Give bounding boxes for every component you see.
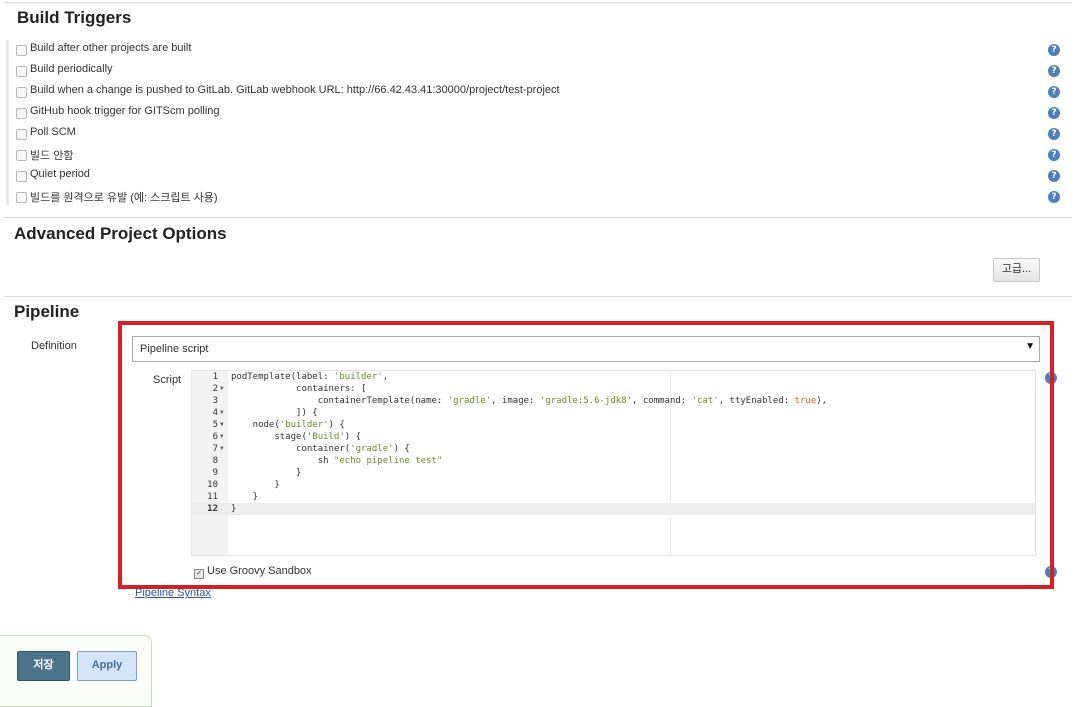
trigger-row: 빌드를 원격으로 유발 (예: 스크립트 사용) (16, 189, 1066, 209)
trigger-checkbox[interactable] (16, 87, 27, 98)
trigger-row: Build after other projects are built (16, 42, 1066, 62)
build-triggers-title: Build Triggers (17, 8, 132, 27)
help-icon[interactable]: ? (1048, 128, 1060, 140)
pipeline-syntax-link[interactable]: Pipeline Syntax (135, 587, 211, 599)
trigger-row: Build periodically (16, 63, 1066, 83)
trigger-label: GitHub hook trigger for GITScm polling (30, 105, 220, 117)
trigger-row: 빌드 안함 (16, 147, 1066, 167)
help-icon[interactable]: ? (1048, 44, 1060, 56)
pipeline-title: Pipeline (14, 302, 80, 321)
triggers-indent-bar (6, 40, 9, 205)
help-icon[interactable]: ? (1048, 149, 1060, 161)
trigger-label: Build periodically (30, 63, 113, 75)
help-icon[interactable]: ? (1048, 65, 1060, 77)
trigger-label: 빌드 안함 (30, 150, 74, 162)
trigger-row: Poll SCM (16, 126, 1066, 146)
trigger-checkbox[interactable] (16, 66, 27, 77)
highlight-box (118, 321, 1054, 589)
top-divider (4, 2, 1072, 3)
save-button[interactable]: 저장 (17, 651, 70, 681)
section-divider (4, 217, 1072, 218)
trigger-checkbox[interactable] (16, 129, 27, 140)
help-icon[interactable]: ? (1048, 170, 1060, 182)
apply-button[interactable]: Apply (77, 651, 137, 681)
trigger-checkbox[interactable] (16, 45, 27, 56)
trigger-row: Quiet period (16, 168, 1066, 188)
help-icon[interactable]: ? (1048, 191, 1060, 203)
trigger-checkbox[interactable] (16, 171, 27, 182)
advanced-options-title: Advanced Project Options (14, 224, 227, 243)
trigger-row: GitHub hook trigger for GITScm polling (16, 105, 1066, 125)
trigger-checkbox[interactable] (16, 192, 27, 203)
advanced-button[interactable]: 고급... (993, 258, 1040, 282)
definition-label: Definition (31, 340, 77, 352)
trigger-checkbox[interactable] (16, 108, 27, 119)
trigger-label: Quiet period (30, 168, 90, 180)
trigger-label: Build when a change is pushed to GitLab.… (30, 84, 560, 96)
help-icon[interactable]: ? (1048, 107, 1060, 119)
section-divider (4, 296, 1072, 297)
trigger-label: 빌드를 원격으로 유발 (예: 스크립트 사용) (30, 192, 218, 204)
trigger-label: Build after other projects are built (30, 42, 192, 54)
trigger-row: Build when a change is pushed to GitLab.… (16, 84, 1066, 104)
trigger-label: Poll SCM (30, 126, 76, 138)
help-icon[interactable]: ? (1048, 86, 1060, 98)
trigger-checkbox[interactable] (16, 150, 27, 161)
